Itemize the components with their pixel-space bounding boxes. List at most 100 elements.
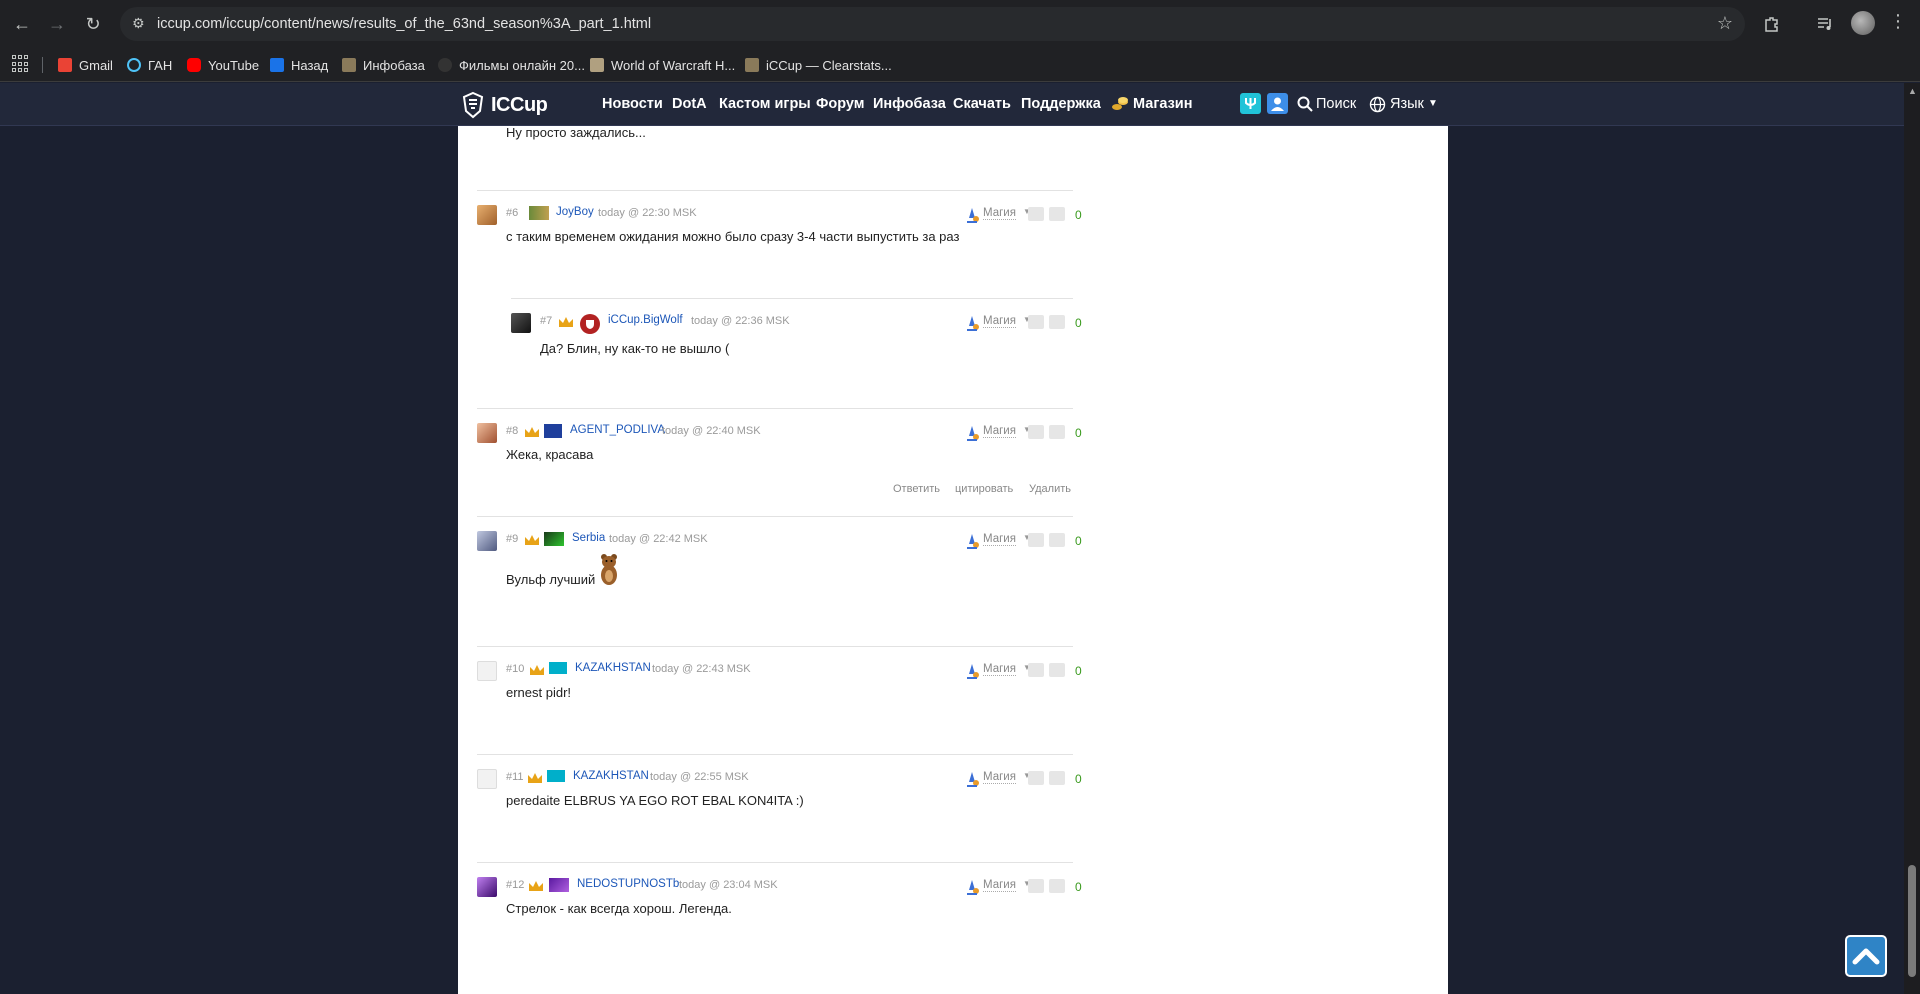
iccup-favicon: [745, 58, 759, 72]
comment-number[interactable]: #6: [506, 207, 518, 219]
avatar[interactable]: [477, 423, 497, 443]
search-link[interactable]: Поиск: [1316, 96, 1356, 112]
thumbs-down-icon[interactable]: [1049, 533, 1065, 547]
bookmark-back[interactable]: Назад: [270, 55, 328, 75]
site-info-icon[interactable]: ⚙: [132, 15, 150, 33]
thumbs-up-icon[interactable]: [1028, 533, 1044, 547]
trident-icon[interactable]: [1240, 93, 1261, 114]
menu-infobase[interactable]: Инфобаза: [873, 96, 946, 112]
reload-icon[interactable]: ↻: [81, 12, 105, 36]
thumbs-down-icon[interactable]: [1049, 771, 1065, 785]
language-selector[interactable]: Язык: [1390, 96, 1424, 112]
bookmark-clearstats[interactable]: iCCup — Clearstats...: [745, 55, 892, 75]
thumbs-down-icon[interactable]: [1049, 425, 1065, 439]
chat-icon: [270, 58, 284, 72]
menu-shop[interactable]: Магазин: [1133, 96, 1192, 112]
scroll-up-arrow-icon[interactable]: ▲: [1908, 86, 1917, 96]
scroll-to-top-button[interactable]: [1845, 935, 1887, 977]
bookmark-star-icon[interactable]: ☆: [1717, 13, 1733, 34]
bookmark-gan[interactable]: ГАН: [127, 55, 172, 75]
youtube-icon: [187, 58, 201, 72]
username-link[interactable]: JoyBoy: [556, 206, 594, 218]
avatar[interactable]: [477, 769, 497, 789]
thumbs-up-icon[interactable]: [1028, 879, 1044, 893]
comment-number[interactable]: #8: [506, 425, 518, 437]
comment-divider: [477, 646, 1073, 647]
magic-dropdown[interactable]: Магия: [983, 425, 1016, 438]
thumbs-up-icon[interactable]: [1028, 663, 1044, 677]
thumbs-down-icon[interactable]: [1049, 315, 1065, 329]
extensions-icon[interactable]: [1760, 12, 1784, 36]
page-scrollbar[interactable]: ▲: [1904, 83, 1920, 994]
username-link[interactable]: KAZAKHSTAN: [573, 770, 649, 782]
menu-support[interactable]: Поддержка: [1021, 96, 1101, 112]
bookmark-gmail[interactable]: Gmail: [58, 55, 113, 75]
comment-divider: [477, 408, 1073, 409]
scrollbar-thumb[interactable]: [1908, 865, 1916, 977]
avatar[interactable]: [477, 661, 497, 681]
bookmark-youtube[interactable]: YouTube: [187, 55, 259, 75]
menu-download[interactable]: Скачать: [953, 96, 1011, 112]
username-link[interactable]: KAZAKHSTAN: [575, 662, 651, 674]
username-link[interactable]: NEDOSTUPNOSTb: [577, 878, 679, 890]
thumbs-down-icon[interactable]: [1049, 207, 1065, 221]
bookmark-wow[interactable]: World of Warcraft H...: [590, 55, 735, 75]
quote-link[interactable]: цитировать: [955, 483, 1013, 495]
thumbs-down-icon[interactable]: [1049, 663, 1065, 677]
chevron-down-icon[interactable]: ▼: [1428, 98, 1438, 109]
thumbs-down-icon[interactable]: [1049, 879, 1065, 893]
address-bar[interactable]: ⚙ iccup.com/iccup/content/news/results_o…: [120, 7, 1745, 41]
avatar[interactable]: [477, 205, 497, 225]
globe-icon[interactable]: [1369, 96, 1386, 113]
comment-time: today @ 22:55 MSK: [650, 771, 749, 783]
comment-time: today @ 22:43 MSK: [652, 663, 751, 675]
delete-link[interactable]: Удалить: [1029, 483, 1071, 495]
search-icon[interactable]: [1297, 96, 1313, 112]
menu-news[interactable]: Новости: [602, 96, 663, 112]
comment-score: 0: [1075, 772, 1082, 786]
avatar[interactable]: [477, 877, 497, 897]
apps-icon[interactable]: [12, 55, 30, 73]
user-profile-icon[interactable]: [1267, 93, 1288, 114]
comment-divider: [511, 298, 1073, 299]
magic-dropdown[interactable]: Магия: [983, 207, 1016, 220]
username-link[interactable]: AGENT_PODLIVA: [570, 424, 665, 436]
avatar[interactable]: [511, 313, 531, 333]
menu-forum[interactable]: Форум: [816, 96, 865, 112]
comment-6: #6 JoyBoy today @ 22:30 MSK Магия ▼ 0 с …: [477, 190, 1082, 298]
avatar[interactable]: [477, 531, 497, 551]
thumbs-up-icon[interactable]: [1028, 771, 1044, 785]
menu-dota[interactable]: DotA: [672, 96, 707, 112]
bookmark-infobase[interactable]: Инфобаза: [342, 55, 425, 75]
magic-dropdown[interactable]: Магия: [983, 879, 1016, 892]
magic-wizard-icon: [967, 664, 979, 679]
site-logo[interactable]: ICCup: [460, 90, 548, 120]
comment-number[interactable]: #10: [506, 663, 524, 675]
magic-dropdown[interactable]: Магия: [983, 663, 1016, 676]
thumbs-up-icon[interactable]: [1028, 315, 1044, 329]
bookmark-films[interactable]: Фильмы онлайн 20...: [438, 55, 585, 75]
comment-text: Да? Блин, ну как-то не вышло (: [540, 341, 730, 356]
comment-text: Стрелок - как всегда хорош. Легенда.: [506, 901, 732, 916]
magic-dropdown[interactable]: Магия: [983, 315, 1016, 328]
username-link[interactable]: iCCup.BigWolf: [608, 314, 683, 326]
magic-dropdown[interactable]: Магия: [983, 533, 1016, 546]
comment-number[interactable]: #11: [506, 771, 524, 783]
username-link[interactable]: Serbia: [572, 532, 605, 544]
comment-number[interactable]: #12: [506, 879, 524, 891]
thumbs-up-icon[interactable]: [1028, 425, 1044, 439]
profile-avatar[interactable]: [1851, 11, 1875, 35]
crown-icon: [559, 317, 573, 327]
url-text[interactable]: iccup.com/iccup/content/news/results_of_…: [157, 16, 651, 32]
reply-link[interactable]: Ответить: [893, 483, 940, 495]
menu-kebab-icon[interactable]: ⋮: [1888, 11, 1908, 37]
menu-custom-games[interactable]: Кастом игры: [719, 96, 811, 112]
comment-number[interactable]: #7: [540, 315, 552, 327]
media-control-icon[interactable]: [1813, 12, 1837, 36]
magic-dropdown[interactable]: Магия: [983, 771, 1016, 784]
forward-icon[interactable]: →: [45, 12, 69, 36]
browser-toolbar: ← → ↻ ⚙ iccup.com/iccup/content/news/res…: [0, 0, 1920, 47]
back-icon[interactable]: ←: [10, 12, 34, 36]
thumbs-up-icon[interactable]: [1028, 207, 1044, 221]
comment-number[interactable]: #9: [506, 533, 518, 545]
